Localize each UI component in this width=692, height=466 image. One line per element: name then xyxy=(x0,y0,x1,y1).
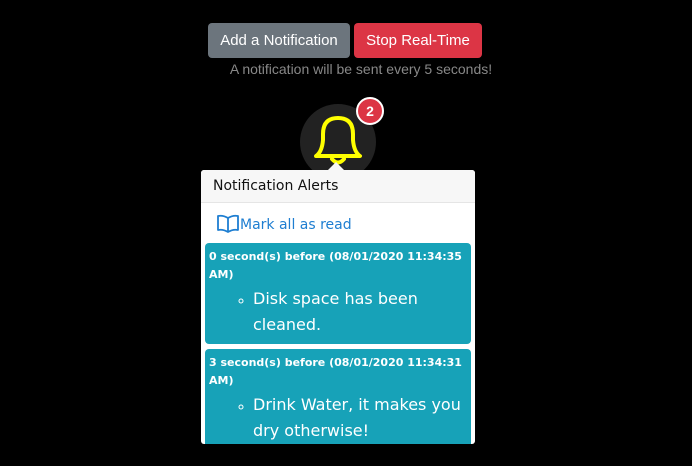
mark-all-read-label: Mark all as read xyxy=(240,217,352,233)
add-notification-button[interactable]: Add a Notification xyxy=(208,23,350,58)
interval-hint: A notification will be sent every 5 seco… xyxy=(229,61,493,77)
stop-real-time-button[interactable]: Stop Real-Time xyxy=(354,23,482,58)
notification-time: 0 second(s) before (08/01/2020 11:34:35 … xyxy=(209,250,462,281)
notification-message: Disk space has been cleaned. xyxy=(253,286,467,338)
notification-item[interactable]: 3 second(s) before (08/01/2020 11:34:31 … xyxy=(205,349,471,444)
mark-all-read-link[interactable]: Mark all as read xyxy=(201,212,475,238)
notification-count-badge: 2 xyxy=(356,97,384,125)
open-book-icon xyxy=(216,213,240,237)
notification-item[interactable]: 0 second(s) before (08/01/2020 11:34:35 … xyxy=(205,243,471,344)
notification-message: Drink Water, it makes you dry otherwise! xyxy=(253,392,467,444)
dropdown-arrow xyxy=(328,162,344,170)
dropdown-title: Notification Alerts xyxy=(201,170,475,203)
notification-time: 3 second(s) before (08/01/2020 11:34:31 … xyxy=(209,356,462,387)
notification-dropdown: Notification Alerts Mark all as read 0 s… xyxy=(201,170,475,444)
